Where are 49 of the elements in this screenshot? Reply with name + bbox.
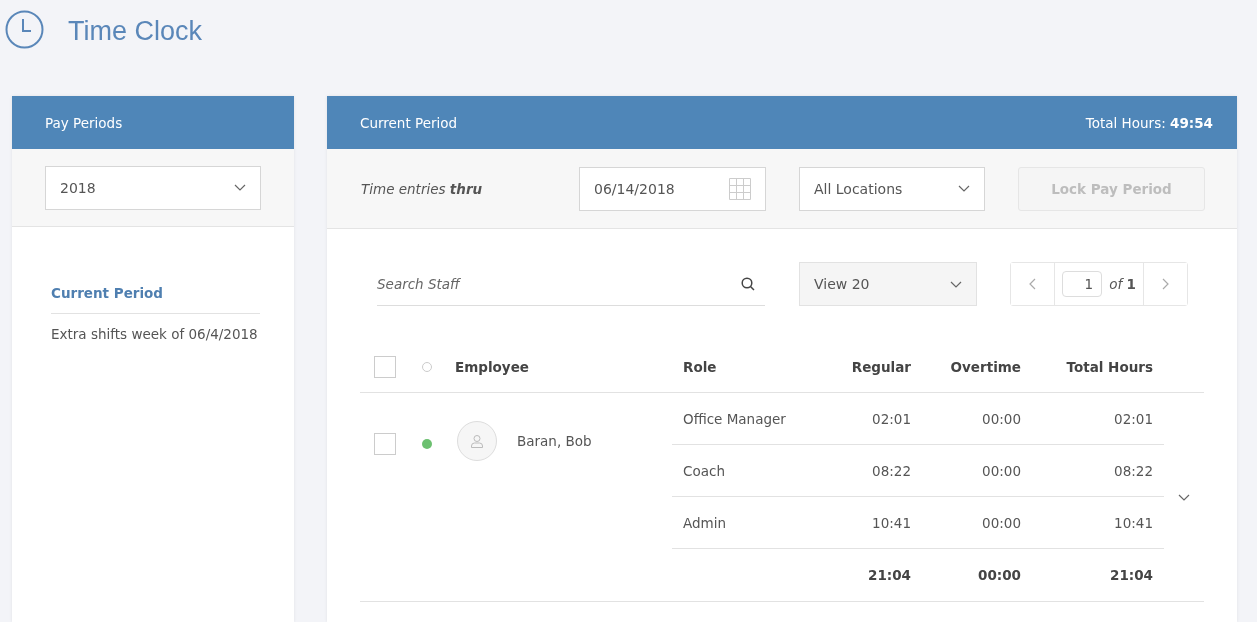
regular-total: 21:04 — [867, 567, 911, 583]
select-all-checkbox[interactable] — [374, 356, 396, 378]
filter-label: Time entries thru — [361, 180, 484, 197]
overtime-total: 00:00 — [977, 567, 1021, 583]
regular-cell-text: 02:01 — [871, 410, 911, 427]
role-cell-text: Coach — [682, 462, 726, 479]
role-cell-text: Admin — [682, 514, 728, 531]
chevron-left-icon — [1029, 278, 1036, 290]
total-cell-text: 10:41 — [1113, 514, 1153, 531]
column-header: Total Hours — [1065, 359, 1153, 375]
calendar-icon — [729, 177, 751, 200]
expand-button[interactable] — [1178, 493, 1190, 501]
regular-cell-text: 10:41 — [871, 514, 911, 531]
column-header: Regular — [850, 359, 911, 375]
regular-cell-text: 08:22 — [871, 462, 911, 479]
column-header: Overtime — [949, 359, 1021, 375]
total-hours: Total Hours: 49:54 — [1085, 114, 1213, 131]
clock-icon — [5, 10, 44, 49]
total-cell-text: 08:22 — [1113, 462, 1153, 479]
chevron-down-icon — [950, 280, 962, 288]
employee-name: Baran, Bob — [517, 432, 592, 451]
panel-title: Current Period — [360, 114, 458, 131]
chevron-down-icon — [234, 184, 246, 191]
chevron-down-icon — [1178, 493, 1190, 501]
panel-title: Pay Periods — [45, 114, 123, 131]
column-header: Employee — [455, 359, 529, 375]
role-cell-text: Office Manager — [682, 410, 787, 427]
page-title: Time Clock — [68, 15, 202, 48]
column-header: Role — [682, 359, 718, 375]
overtime-cell-text: 00:00 — [981, 514, 1021, 531]
avatar-icon — [457, 421, 497, 461]
search-field[interactable]: Search Staff — [377, 262, 765, 306]
pay-period-item[interactable]: Extra shifts week of 06/4/2018 — [51, 314, 260, 355]
date-field[interactable]: 06/14/2018 — [579, 166, 766, 211]
page-count: of 1 — [1109, 276, 1136, 292]
total-cell-text: 02:01 — [1113, 410, 1153, 427]
view-dropdown[interactable]: View 20 — [799, 262, 977, 306]
hours-total: 21:04 — [1109, 567, 1153, 583]
chevron-down-icon — [958, 185, 970, 192]
overtime-cell-text: 00:00 — [981, 462, 1021, 479]
status-ring-icon — [422, 362, 432, 372]
chevron-right-icon — [1162, 278, 1169, 290]
location-dropdown[interactable]: All Locations — [799, 166, 985, 211]
page-field[interactable]: 1 — [1062, 271, 1103, 297]
row-checkbox[interactable] — [374, 433, 396, 455]
overtime-cell-text: 00:00 — [981, 410, 1021, 427]
pay-period-item[interactable]: Current Period — [51, 273, 260, 314]
year-dropdown[interactable]: 2018 — [45, 165, 261, 210]
search-icon — [741, 277, 755, 291]
